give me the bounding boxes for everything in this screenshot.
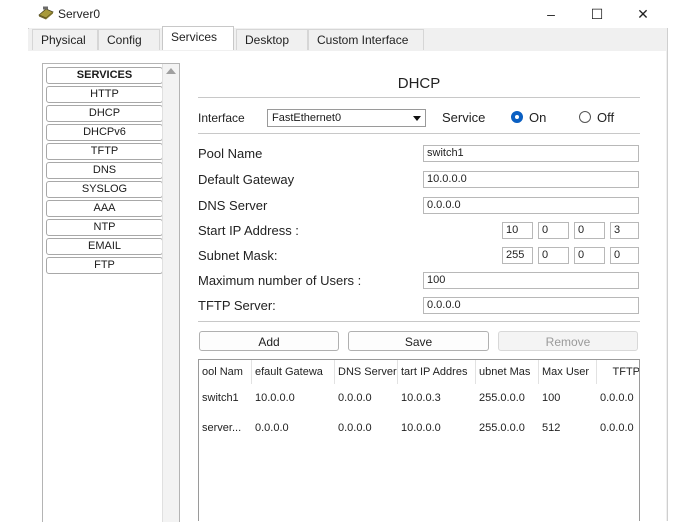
tab-physical[interactable]: Physical [32,29,98,50]
services-list: SERVICES HTTP DHCP DHCPv6 TFTP DNS SYSLO… [42,63,180,522]
column-header-tftp[interactable]: TFTP [597,360,640,384]
table-cell: 0.0.0.0 [338,392,372,404]
gateway-field[interactable] [423,171,639,188]
add-button[interactable]: Add [199,331,339,351]
service-dhcpv6-button[interactable]: DHCPv6 [46,124,163,141]
table-cell: 10.0.0.0 [255,392,295,404]
interface-select-value: FastEthernet0 [272,112,342,124]
column-header-dns-server[interactable]: DNS Server [335,360,398,384]
table-cell: switch1 [202,392,239,404]
tab-desktop[interactable]: Desktop [236,29,308,50]
service-ntp-button[interactable]: NTP [46,219,163,236]
table-cell: 10.0.0.3 [401,392,441,404]
table-cell: 0.0.0.0 [255,422,289,434]
save-button[interactable]: Save [348,331,489,351]
scroll-up-icon[interactable] [166,68,176,74]
service-off-label: Off [597,110,615,125]
pool-name-field[interactable] [423,145,639,162]
service-aaa-button[interactable]: AAA [46,200,163,217]
column-header-default-gateway[interactable]: efault Gatewa [252,360,335,384]
column-header-pool-name[interactable]: ool Nam [199,360,252,384]
table-cell: 255.0.0.0 [479,422,525,434]
table-cell: 0.0.0.0 [600,392,634,404]
tab-bar: Physical Config Services Desktop Custom … [28,26,666,52]
gateway-label: Default Gateway [198,172,295,187]
subnet-octet-1[interactable] [502,247,533,264]
start-ip-octet-3[interactable] [574,222,605,239]
interface-select[interactable]: FastEthernet0 [267,109,426,127]
service-email-button[interactable]: EMAIL [46,238,163,255]
service-http-button[interactable]: HTTP [46,86,163,103]
subnet-octet-2[interactable] [538,247,569,264]
table-cell: 0.0.0.0 [338,422,372,434]
tab-config[interactable]: Config [98,29,160,50]
pool-name-label: Pool Name [198,146,263,161]
service-on-label: On [529,110,547,125]
service-off-radio[interactable] [579,111,591,123]
tab-custom-interface[interactable]: Custom Interface [308,29,424,50]
service-syslog-button[interactable]: SYSLOG [46,181,163,198]
divider [198,97,640,98]
divider [198,321,640,322]
chevron-down-icon [413,116,421,121]
window-title: Server0 [58,7,101,21]
table-cell: 255.0.0.0 [479,392,525,404]
start-ip-octet-2[interactable] [538,222,569,239]
column-header-subnet-mask[interactable]: ubnet Mas [476,360,539,384]
minimize-button[interactable]: – [531,0,571,28]
subnet-octet-3[interactable] [574,247,605,264]
dhcp-pool-table: ool Nam efault Gatewa DNS Server tart IP… [198,359,640,521]
subnet-mask-label: Subnet Mask: [198,248,278,263]
table-cell: 100 [542,392,561,404]
remove-button[interactable]: Remove [498,331,638,351]
column-header-max-users[interactable]: Max User [539,360,597,384]
table-cell: 0.0.0.0 [600,422,634,434]
start-ip-octet-4[interactable] [610,222,639,239]
table-cell: server... [202,422,242,434]
dns-server-label: DNS Server [198,198,268,213]
tftp-server-field[interactable] [423,297,639,314]
start-ip-octet-1[interactable] [502,222,533,239]
services-scrollbar[interactable] [162,64,179,522]
table-cell: 512 [542,422,561,434]
maximize-button[interactable]: ☐ [577,0,617,28]
interface-label: Interface [198,111,245,125]
service-ftp-button[interactable]: FTP [46,257,163,274]
services-content: SERVICES HTTP DHCP DHCPv6 TFTP DNS SYSLO… [28,51,666,522]
service-on-radio[interactable] [511,111,523,123]
column-header-start-ip[interactable]: tart IP Addres [398,360,476,384]
close-button[interactable]: ✕ [623,0,663,28]
tab-services[interactable]: Services [162,26,234,50]
divider [198,133,640,134]
service-tftp-button[interactable]: TFTP [46,143,163,160]
service-dns-button[interactable]: DNS [46,162,163,179]
title-bar: Server0 – ☐ ✕ [28,0,666,28]
start-ip-label: Start IP Address : [198,223,299,238]
service-label: Service [442,110,486,125]
subnet-octet-4[interactable] [610,247,639,264]
table-cell: 10.0.0.0 [401,422,441,434]
tftp-server-label: TFTP Server: [198,298,276,313]
service-dhcp-button[interactable]: DHCP [46,105,163,122]
server-icon [38,6,54,20]
dns-server-field[interactable] [423,197,639,214]
max-users-label: Maximum number of Users : [198,273,362,288]
services-header: SERVICES [46,67,163,84]
max-users-field[interactable] [423,272,639,289]
page-title: DHCP [397,75,441,92]
